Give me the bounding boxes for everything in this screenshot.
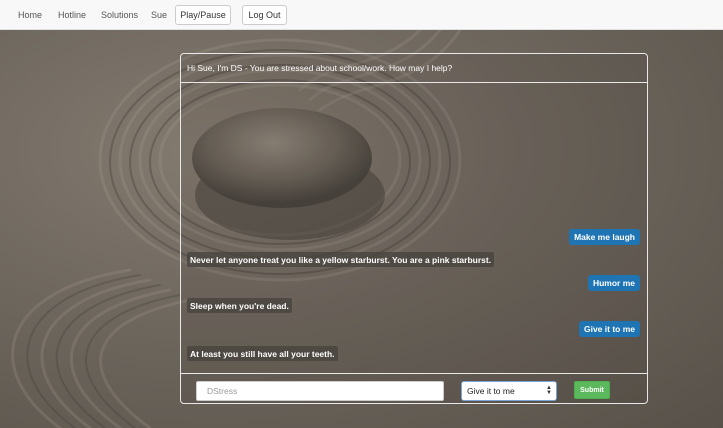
top-navbar: Home Hotline Solutions Sue Play/Pause Lo…	[0, 0, 723, 30]
chat-header: Hi Sue, I'm DS - You are stressed about …	[181, 54, 647, 83]
nav-user-link[interactable]: Sue	[151, 10, 167, 20]
user-message: Humor me	[587, 275, 640, 291]
play-pause-button[interactable]: Play/Pause	[175, 5, 231, 25]
nav-home-link[interactable]: Home	[18, 10, 42, 20]
user-message: Give it to me	[578, 321, 640, 337]
select-arrows-icon: ▲ ▼	[546, 385, 552, 396]
user-message: Make me laugh	[569, 229, 640, 245]
chat-panel: Hi Sue, I'm DS - You are stressed about …	[180, 53, 648, 404]
select-value: Give it to me	[467, 386, 515, 396]
nav-solutions-link[interactable]: Solutions	[101, 10, 138, 20]
response-type-select[interactable]: Give it to me ▲ ▼	[461, 381, 557, 401]
nav-hotline-link[interactable]: Hotline	[58, 10, 86, 20]
chat-greeting: Hi Sue, I'm DS - You are stressed about …	[187, 63, 453, 73]
message-input[interactable]	[196, 381, 444, 401]
submit-button[interactable]: Submit	[574, 381, 610, 399]
logout-button[interactable]: Log Out	[242, 5, 287, 25]
bot-message: At least you still have all your teeth.	[187, 346, 338, 361]
bot-message: Sleep when you're dead.	[187, 298, 292, 313]
bot-message: Never let anyone treat you like a yellow…	[187, 252, 495, 267]
chat-composer: Give it to me ▲▼ Submit	[181, 373, 647, 404]
